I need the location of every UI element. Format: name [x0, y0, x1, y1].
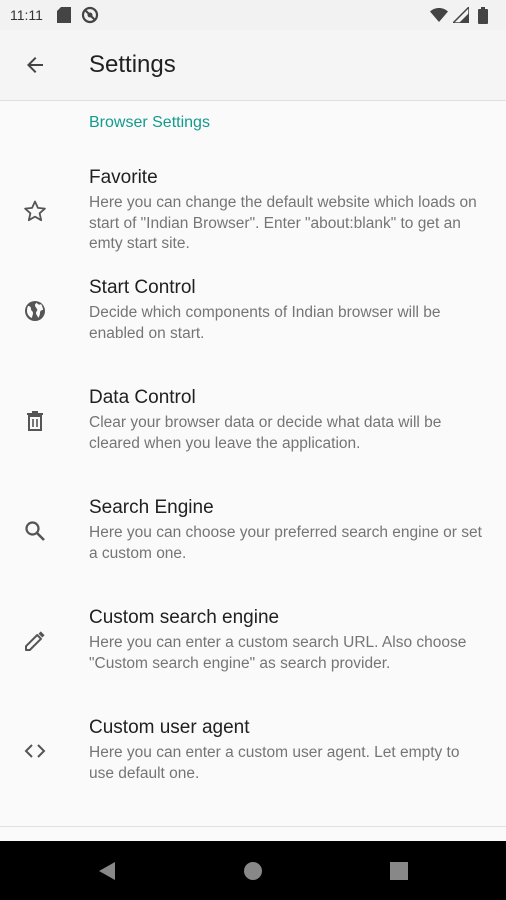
- setting-search-engine[interactable]: Search Engine Here you can choose your p…: [0, 480, 506, 590]
- setting-title: Data Control: [89, 387, 196, 408]
- navigation-bar: [0, 841, 506, 900]
- setting-start-control[interactable]: Start Control Decide which components of…: [0, 260, 506, 370]
- status-time: 11:11: [10, 7, 43, 23]
- setting-custom-user-agent[interactable]: Custom user agent Here you can enter a c…: [0, 700, 506, 810]
- trash-icon: [20, 406, 50, 436]
- search-icon: [20, 516, 50, 546]
- setting-summary: Decide which components of Indian browse…: [89, 304, 441, 342]
- setting-summary: Here you can choose your preferred searc…: [89, 524, 482, 562]
- pencil-icon: [20, 626, 50, 656]
- blocked-circle-icon: [81, 6, 99, 24]
- setting-title: Search Engine: [89, 497, 214, 518]
- code-icon: [20, 736, 50, 766]
- setting-summary: Here you can change the default website …: [89, 194, 477, 252]
- battery-icon: [474, 6, 492, 24]
- setting-summary: Here you can enter a custom search URL. …: [89, 634, 467, 672]
- list-divider: [0, 826, 506, 827]
- wifi-icon: [430, 6, 448, 24]
- setting-title: Favorite: [89, 167, 158, 188]
- back-button[interactable]: [10, 40, 60, 90]
- setting-summary: Clear your browser data or decide what d…: [89, 414, 442, 452]
- setting-data-control[interactable]: Data Control Clear your browser data or …: [0, 370, 506, 480]
- setting-title: Start Control: [89, 277, 196, 298]
- setting-favorite[interactable]: Favorite Here you can change the default…: [0, 150, 506, 260]
- globe-icon: [20, 296, 50, 326]
- arrow-back-icon: [27, 57, 43, 73]
- back-triangle-icon[interactable]: [95, 859, 119, 883]
- page-title: Settings: [89, 51, 176, 78]
- recents-square-icon[interactable]: [387, 859, 411, 883]
- setting-text: Custom user agent Here you can enter a c…: [89, 716, 488, 784]
- setting-custom-search-engine[interactable]: Custom search engine Here you can enter …: [0, 590, 506, 700]
- setting-text: Search Engine Here you can choose your p…: [89, 496, 488, 564]
- status-bar: 11:11: [0, 0, 506, 30]
- status-right: [430, 6, 496, 24]
- settings-list: Favorite Here you can change the default…: [0, 150, 506, 810]
- setting-summary: Here you can enter a custom user agent. …: [89, 744, 460, 782]
- setting-text: Start Control Decide which components of…: [89, 276, 488, 344]
- home-circle-icon[interactable]: [241, 859, 265, 883]
- status-left: 11:11: [10, 6, 107, 24]
- app-bar: Settings: [0, 30, 506, 101]
- star-icon: [20, 196, 50, 226]
- section-header: Browser Settings: [89, 114, 210, 131]
- setting-title: Custom user agent: [89, 717, 250, 738]
- sd-card-icon: [55, 6, 73, 24]
- setting-text: Data Control Clear your browser data or …: [89, 386, 488, 454]
- setting-text: Custom search engine Here you can enter …: [89, 606, 488, 674]
- setting-text: Favorite Here you can change the default…: [89, 166, 488, 255]
- setting-title: Custom search engine: [89, 607, 280, 628]
- signal-icon: [452, 6, 470, 24]
